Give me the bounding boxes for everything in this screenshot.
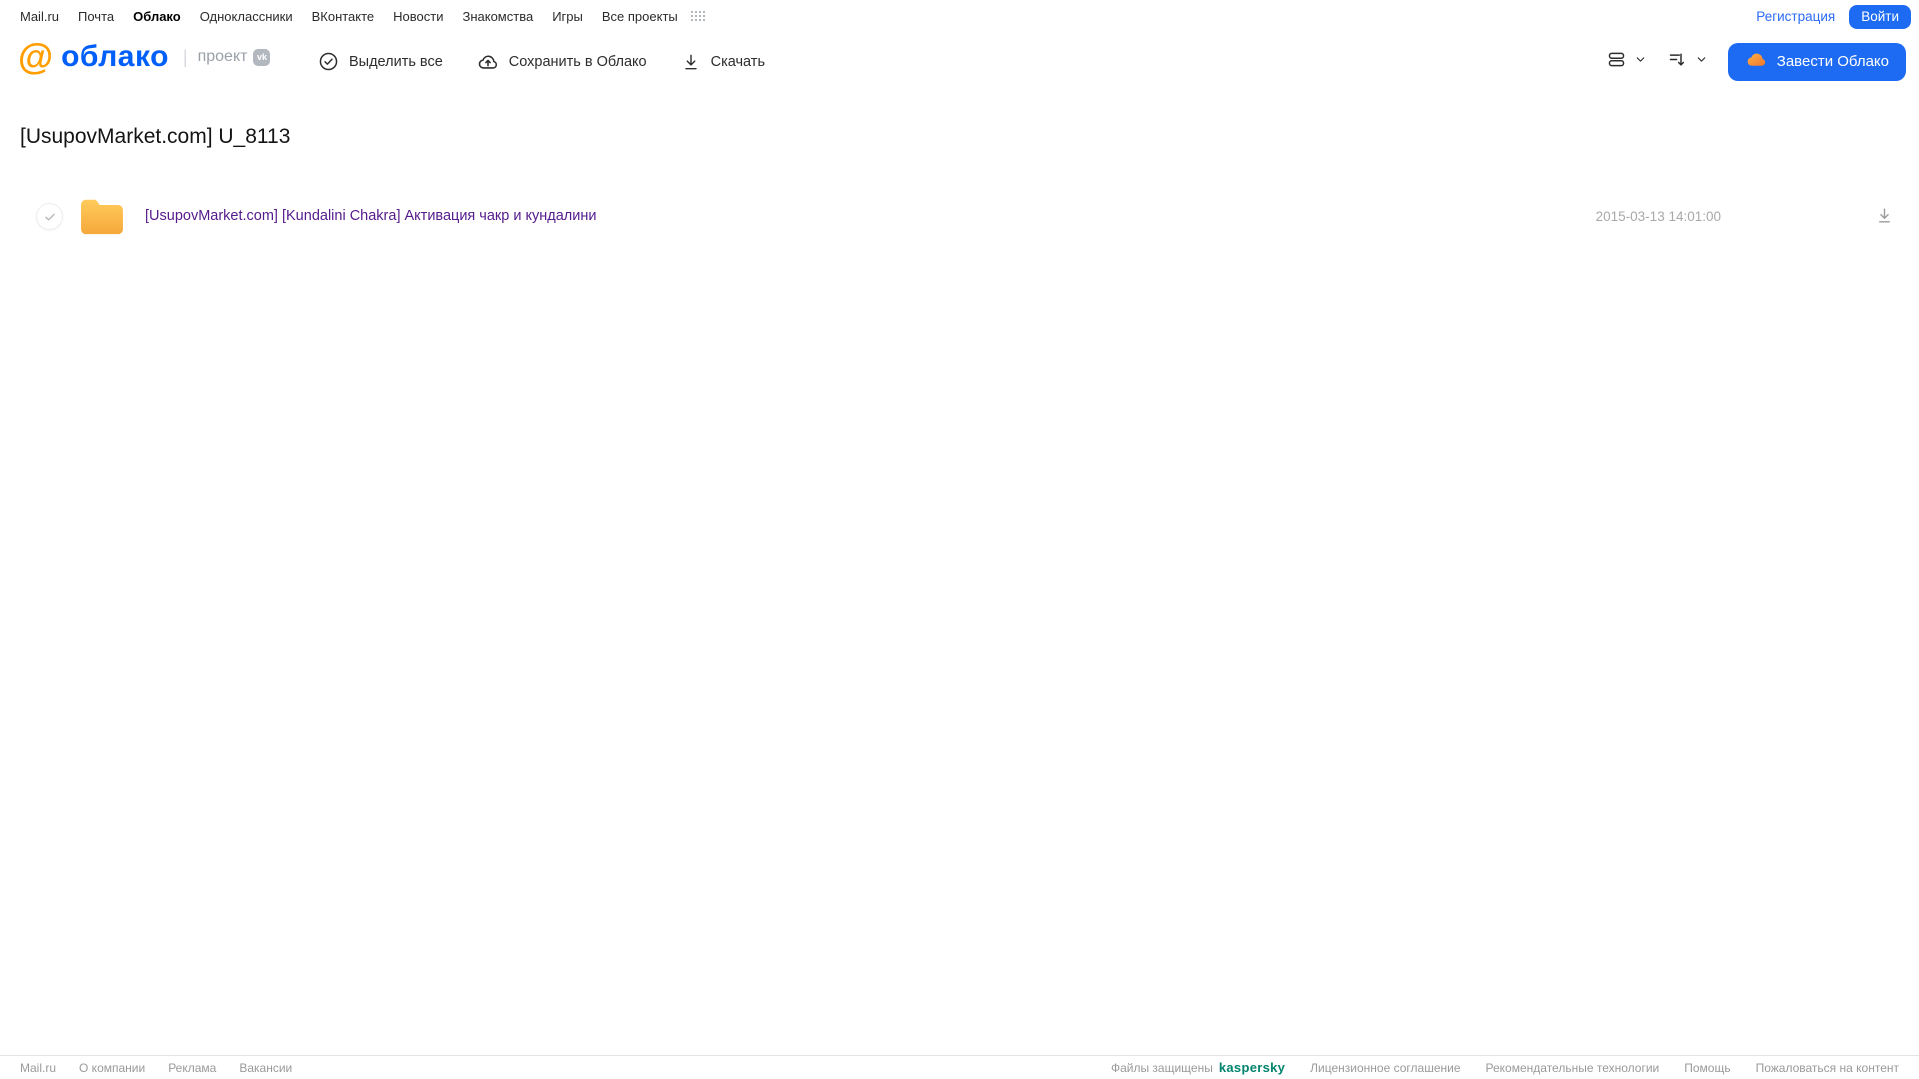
portal-nav-auth: Регистрация Войти [1756, 4, 1911, 29]
select-all-button[interactable]: Выделить все [318, 51, 443, 72]
footer-link-mailru[interactable]: Mail.ru [20, 1061, 56, 1075]
footer-link-ads[interactable]: Реклама [168, 1061, 216, 1075]
cloud-wordmark: облако [61, 40, 169, 73]
footer-link-license[interactable]: Лицензионное соглашение [1310, 1061, 1460, 1075]
cloud-icon [1745, 48, 1768, 75]
view-mode-selector[interactable] [1606, 49, 1647, 75]
protected-label: Файлы защищены [1110, 1060, 1213, 1075]
kaspersky-logo[interactable]: kaspersky [1219, 1060, 1285, 1075]
check-circle-icon [318, 51, 339, 72]
save-to-cloud-button[interactable]: Сохранить в Облако [477, 51, 647, 73]
nav-item-odnoklassniki[interactable]: Одноклассники [200, 9, 293, 24]
register-link[interactable]: Регистрация [1756, 9, 1835, 24]
nav-item-mailru[interactable]: Mail.ru [20, 9, 59, 24]
chevron-down-icon [1634, 53, 1647, 71]
file-name-link[interactable]: [UsupovMarket.com] [Kundalini Chakra] Ак… [145, 208, 596, 224]
vk-badge-icon: vk [253, 48, 271, 66]
download-button[interactable]: Скачать [681, 52, 765, 72]
file-row: [UsupovMarket.com] [Kundalini Chakra] Ак… [0, 193, 1919, 241]
footer-link-about[interactable]: О компании [79, 1061, 145, 1075]
cloud-header: @ облако | проект vk Выделить все Сохран… [0, 33, 1919, 90]
nav-item-vse-proekty[interactable]: Все проекты [602, 9, 678, 24]
nav-item-oblako[interactable]: Облако [133, 9, 181, 24]
folder-icon[interactable] [79, 196, 125, 241]
download-icon [681, 52, 701, 72]
cloud-upload-icon [477, 51, 499, 73]
nav-item-igry[interactable]: Игры [552, 9, 583, 24]
get-cloud-button[interactable]: Завести Облако [1727, 42, 1906, 81]
footer-right-links: Файлы защищены kaspersky Лицензионное со… [1111, 1060, 1899, 1075]
project-label: проект [197, 48, 248, 65]
row-checkbox[interactable] [36, 203, 63, 230]
footer-link-help[interactable]: Помощь [1684, 1061, 1730, 1075]
page-title: [UsupovMarket.com] U_8113 [20, 125, 291, 148]
sort-descending-icon [1667, 49, 1688, 75]
cloud-logo[interactable]: @ облако | проект vk [18, 36, 271, 77]
nav-item-novosti[interactable]: Новости [393, 9, 443, 24]
footer: Mail.ru О компании Реклама Вакансии Файл… [0, 1055, 1919, 1079]
nav-item-vkontakte[interactable]: ВКонтакте [312, 9, 375, 24]
footer-link-report-content[interactable]: Пожаловаться на контент [1756, 1061, 1899, 1075]
portal-nav-links: Mail.ru Почта Облако Одноклассники ВКонт… [20, 9, 707, 24]
footer-link-jobs[interactable]: Вакансии [239, 1061, 292, 1075]
nav-item-pochta[interactable]: Почта [78, 9, 114, 24]
file-date: 2015-03-13 14:01:00 [1595, 209, 1721, 224]
row-download-icon[interactable] [1875, 206, 1894, 230]
header-right-controls: Завести Облако [1606, 33, 1906, 90]
file-toolbar: Выделить все Сохранить в Облако Скачать [318, 33, 765, 90]
logo-divider: | [182, 46, 188, 67]
sort-selector[interactable] [1667, 49, 1708, 75]
apps-grid-icon[interactable] [690, 10, 707, 23]
chevron-down-icon [1695, 53, 1708, 71]
portal-nav: Mail.ru Почта Облако Одноклассники ВКонт… [0, 0, 1919, 33]
mailru-at-icon: @ [18, 36, 54, 77]
list-view-icon [1606, 49, 1627, 75]
footer-link-recommendation-tech[interactable]: Рекомендательные технологии [1486, 1061, 1660, 1075]
footer-left-links: Mail.ru О компании Реклама Вакансии [20, 1061, 292, 1075]
nav-item-znakomstva[interactable]: Знакомства [462, 9, 533, 24]
login-button[interactable]: Войти [1849, 4, 1911, 29]
kaspersky-protection: Файлы защищены kaspersky [1111, 1060, 1285, 1075]
check-icon [44, 213, 55, 221]
